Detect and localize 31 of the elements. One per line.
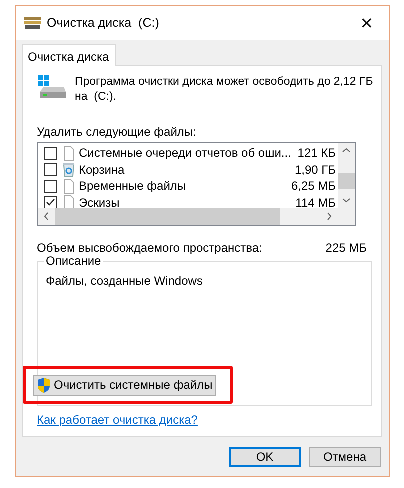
files-label: Удалить следующие файлы: <box>37 125 198 140</box>
file-category[interactable]: Эскизы <box>79 196 292 210</box>
checkbox[interactable] <box>44 180 57 193</box>
file-icon <box>63 195 75 210</box>
checkbox[interactable] <box>44 196 57 210</box>
file-size: 114 МБ <box>296 196 336 210</box>
description-text: Файлы, созданные Windows <box>46 274 204 288</box>
file-category[interactable]: Корзина <box>79 162 291 177</box>
file-icon <box>63 146 75 161</box>
shield-icon <box>36 376 52 394</box>
space-label: Объем высвобождаемого пространства: <box>37 241 262 256</box>
checkbox[interactable] <box>44 146 57 160</box>
recycle-bin-icon <box>63 162 75 178</box>
file-size: 121 КБ <box>298 146 336 160</box>
file-size: 6,25 МБ <box>291 179 336 194</box>
help-link[interactable]: Как работает очистка диска? <box>37 413 198 427</box>
dialog-button[interactable]: Отмена <box>309 447 381 467</box>
tab[interactable]: Очистка диска <box>22 44 116 66</box>
intro-text: Программа очистки диска может освободить до 2,12 ГБ на (C:). <box>75 75 374 105</box>
file-icon <box>63 178 75 194</box>
group-title: Описание <box>44 254 104 268</box>
dialog-button[interactable]: OK <box>229 447 301 467</box>
clean-system-files-button[interactable]: Очистить системные файлы <box>33 374 216 396</box>
window-title: Очистка диска (C:) <box>47 16 160 30</box>
close-button[interactable]: ✕ <box>345 6 389 40</box>
file-category[interactable]: Временные файлы <box>79 179 288 194</box>
disk-cleanup-icon <box>24 17 41 29</box>
space-value: 225 МБ <box>326 241 367 256</box>
file-category[interactable]: Системные очереди отчетов об оши... <box>79 146 294 160</box>
file-size: 1,90 ГБ <box>294 162 336 177</box>
checkbox[interactable] <box>44 163 57 176</box>
